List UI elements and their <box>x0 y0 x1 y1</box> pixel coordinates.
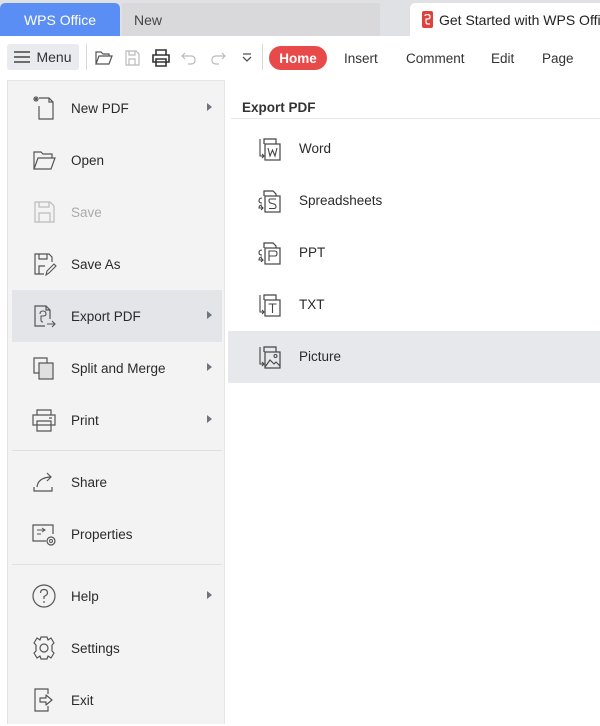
menu-item-new-pdf[interactable]: New PDF <box>12 82 222 134</box>
pdf-icon <box>422 11 433 28</box>
menu-item-label: Share <box>71 474 108 490</box>
submenu-divider <box>231 118 600 119</box>
export-item-spreadsheets[interactable]: Spreadsheets <box>228 175 600 227</box>
submenu-arrow-icon <box>207 415 212 423</box>
menu-item-save-as[interactable]: Save As <box>12 238 222 290</box>
menu-label: Menu <box>36 49 72 65</box>
menu-item-properties[interactable]: Properties <box>12 508 222 560</box>
export-word-icon <box>259 138 281 161</box>
submenu-arrow-icon <box>207 591 212 599</box>
menu-item-label: Settings <box>71 640 120 656</box>
menu-button[interactable]: Menu <box>7 44 79 70</box>
ribbon-tab-comment[interactable]: Comment <box>406 46 465 70</box>
customize-dropdown-icon[interactable] <box>237 48 257 68</box>
menu-item-label: Print <box>71 412 99 428</box>
menu-item-print[interactable]: Print <box>12 394 222 446</box>
menu-item-label: Exit <box>71 692 94 708</box>
export-ppt-icon <box>258 242 281 265</box>
split-merge-icon <box>33 357 54 380</box>
export-item-txt[interactable]: TXT <box>228 279 600 331</box>
menu-item-label: Split and Merge <box>71 360 166 376</box>
ribbon-tab-label: Insert <box>344 50 378 66</box>
menu-item-label: New PDF <box>71 100 129 116</box>
menu-item-label: Save As <box>71 256 121 272</box>
export-txt-icon <box>259 294 281 317</box>
ribbon-tab-label: Page <box>542 50 574 66</box>
ribbon-tab-label: Comment <box>406 50 465 66</box>
properties-icon <box>32 524 56 546</box>
print-icon <box>32 409 56 432</box>
menu-item-split-and-merge[interactable]: Split and Merge <box>12 342 222 394</box>
menu-item-label: Export PDF <box>71 308 141 324</box>
save-as-icon <box>34 253 57 277</box>
tab-label: WPS Office <box>23 11 97 28</box>
redo-icon[interactable] <box>208 48 228 68</box>
menu-item-label: Help <box>71 588 99 604</box>
help-icon <box>32 584 56 608</box>
hamburger-icon <box>14 51 31 63</box>
menu-item-exit[interactable]: Exit <box>12 674 222 726</box>
menu-divider <box>12 450 222 451</box>
export-item-label: Word <box>299 141 332 156</box>
submenu-arrow-icon <box>207 363 212 371</box>
submenu-arrow-icon <box>207 103 212 111</box>
export-item-label: PPT <box>299 245 326 260</box>
tab-new[interactable]: New <box>122 3 380 36</box>
tab-bar: WPS Office New Get Started with WPS Offi… <box>0 0 600 36</box>
main-menu: New PDF Open Save Save As Export PDF Spl… <box>7 80 225 724</box>
submenu-title: Export PDF <box>242 100 316 115</box>
tab-label: Get Started with WPS Office <box>439 11 600 28</box>
export-pdf-submenu: Export PDF Word Spreadsheets PPT TXT Pic… <box>228 85 600 385</box>
tab-wps-office[interactable]: WPS Office <box>0 3 120 36</box>
export-picture-icon <box>259 346 281 369</box>
menu-item-export-pdf[interactable]: Export PDF <box>12 290 222 342</box>
export-item-label: TXT <box>299 297 325 312</box>
toolbar-divider <box>86 44 87 70</box>
menu-item-help[interactable]: Help <box>12 570 222 622</box>
settings-icon <box>33 636 55 660</box>
export-pdf-icon <box>34 305 56 328</box>
print-icon[interactable] <box>151 48 171 68</box>
export-item-label: Spreadsheets <box>299 193 383 208</box>
menu-divider <box>12 564 222 565</box>
export-spreadsheet-icon <box>258 190 281 213</box>
ribbon-tab-label: Home <box>279 50 317 66</box>
menu-item-label: Properties <box>71 526 133 542</box>
export-item-ppt[interactable]: PPT <box>228 227 600 279</box>
toolbar-divider <box>262 44 263 70</box>
ribbon-tab-insert[interactable]: Insert <box>344 46 378 70</box>
submenu-arrow-icon <box>207 311 212 319</box>
ribbon-tab-label: Edit <box>491 50 515 66</box>
menu-item-label: Open <box>71 152 105 168</box>
tab-label: New <box>134 11 163 28</box>
share-icon <box>33 472 53 492</box>
open-folder-icon[interactable] <box>94 48 114 68</box>
export-item-picture[interactable]: Picture <box>228 331 600 383</box>
menu-item-open[interactable]: Open <box>12 134 222 186</box>
toolbar: Menu Home Insert Comment Edit Page <box>0 36 600 80</box>
ribbon-tab-page[interactable]: Page <box>542 46 574 70</box>
undo-icon[interactable] <box>179 48 199 68</box>
ribbon-tab-home[interactable]: Home <box>269 46 327 70</box>
menu-item-label: Save <box>71 204 102 220</box>
open-folder-icon <box>33 151 56 170</box>
tab-document[interactable]: Get Started with WPS Office <box>410 3 600 36</box>
export-item-label: Picture <box>299 349 342 364</box>
exit-icon <box>34 688 53 712</box>
save-icon <box>34 201 55 223</box>
menu-item-settings[interactable]: Settings <box>12 622 222 674</box>
new-pdf-icon <box>33 96 54 120</box>
ribbon-tab-edit[interactable]: Edit <box>491 46 514 70</box>
menu-item-save[interactable]: Save <box>12 186 222 238</box>
menu-item-share[interactable]: Share <box>12 456 222 508</box>
export-item-word[interactable]: Word <box>228 123 600 175</box>
save-icon[interactable] <box>122 48 142 68</box>
